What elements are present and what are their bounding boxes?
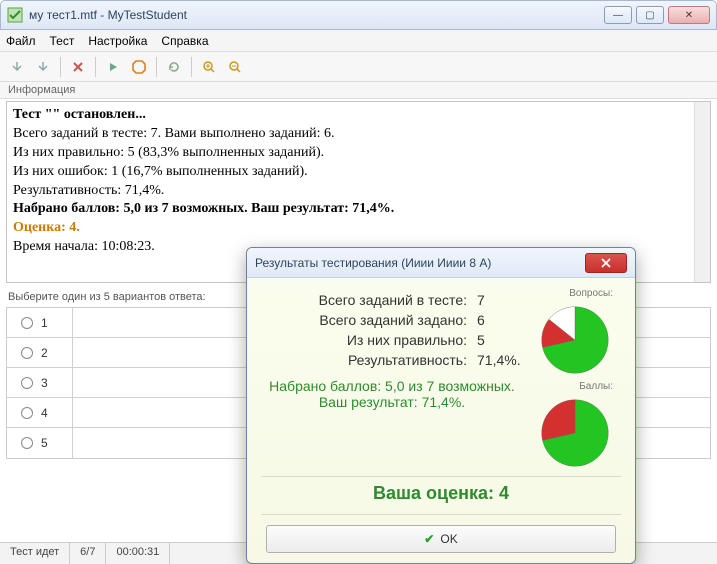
arrow-down-left-icon[interactable] <box>6 56 28 78</box>
questions-pie-chart <box>538 303 612 377</box>
stat-key: Всего заданий задано: <box>261 312 477 328</box>
modal-titlebar: Результаты тестирования (Ииии Ииии 8 А) <box>247 248 635 278</box>
scrollbar[interactable] <box>694 102 710 282</box>
window-titlebar: му тест1.mtf - MyTestStudent — ▢ ✕ <box>0 0 717 30</box>
stats-column: Всего заданий в тесте:7 Всего заданий за… <box>261 288 523 470</box>
stat-value: 71,4%. <box>477 352 523 368</box>
minimize-button[interactable]: — <box>604 6 632 24</box>
status-running: Тест идет <box>0 543 70 564</box>
refresh-icon[interactable] <box>163 56 185 78</box>
radio-icon[interactable] <box>21 377 33 389</box>
answer-number: 4 <box>41 406 48 420</box>
info-line: Из них ошибок: 1 (16,7% выполненных зада… <box>13 163 704 182</box>
menu-help[interactable]: Справка <box>161 34 208 48</box>
info-line: Всего заданий в тесте: 7. Вами выполнено… <box>13 125 704 144</box>
toolbar-separator <box>156 57 157 77</box>
answer-number: 1 <box>41 316 48 330</box>
grade-block: Ваша оценка: 4 <box>261 476 621 515</box>
stat-value: 6 <box>477 312 523 328</box>
info-line: Из них правильно: 5 (83,3% выполненных з… <box>13 144 704 163</box>
window-title: му тест1.mtf - MyTestStudent <box>29 8 604 22</box>
toolbar-separator <box>60 57 61 77</box>
scored-block: Набрано баллов: 5,0 из 7 возможных. Ваш … <box>261 372 523 418</box>
modal-close-button[interactable] <box>585 253 627 273</box>
menu-settings[interactable]: Настройка <box>88 34 147 48</box>
status-progress: 6/7 <box>70 543 106 564</box>
toolbar-separator <box>191 57 192 77</box>
menubar: Файл Тест Настройка Справка <box>0 30 717 52</box>
zoom-out-icon[interactable] <box>224 56 246 78</box>
charts-column: Вопросы: Баллы: <box>529 288 621 470</box>
info-grade-line: Оценка: 4. <box>13 219 704 238</box>
toolbar-separator <box>95 57 96 77</box>
ok-button[interactable]: ✔ OK <box>266 525 616 553</box>
radio-icon[interactable] <box>21 317 33 329</box>
radio-icon[interactable] <box>21 437 33 449</box>
zoom-in-icon[interactable] <box>198 56 220 78</box>
play-icon[interactable] <box>102 56 124 78</box>
chart-label-scores: Баллы: <box>529 381 621 392</box>
info-line: Набрано баллов: 5,0 из 7 возможных. Ваш … <box>13 200 704 219</box>
stat-value: 5 <box>477 332 523 348</box>
toolbar <box>0 52 717 82</box>
ok-label: OK <box>440 532 457 546</box>
answer-number: 5 <box>41 436 48 450</box>
info-section-label: Информация <box>0 82 717 99</box>
arrow-down-right-icon[interactable] <box>32 56 54 78</box>
radio-icon[interactable] <box>21 407 33 419</box>
delete-icon[interactable] <box>67 56 89 78</box>
stat-key: Из них правильно: <box>261 332 477 348</box>
app-icon <box>7 7 23 23</box>
menu-test[interactable]: Тест <box>50 34 75 48</box>
stop-icon[interactable] <box>128 56 150 78</box>
modal-title: Результаты тестирования (Ииии Ииии 8 А) <box>255 256 585 270</box>
radio-icon[interactable] <box>21 347 33 359</box>
scores-pie-chart <box>538 396 612 470</box>
answer-number: 2 <box>41 346 48 360</box>
answer-number: 3 <box>41 376 48 390</box>
scored-line: Набрано баллов: 5,0 из 7 возможных. <box>261 378 523 394</box>
info-line: Тест "" остановлен... <box>13 106 704 125</box>
check-icon: ✔ <box>424 532 434 546</box>
maximize-button[interactable]: ▢ <box>636 6 664 24</box>
menu-file[interactable]: Файл <box>6 34 36 48</box>
stat-value: 7 <box>477 292 523 308</box>
stat-key: Всего заданий в тесте: <box>261 292 477 308</box>
status-time: 00:00:31 <box>106 543 170 564</box>
chart-label-questions: Вопросы: <box>529 288 621 299</box>
scored-line: Ваш результат: 71,4%. <box>261 394 523 410</box>
window-controls: — ▢ ✕ <box>604 6 710 24</box>
results-modal: Результаты тестирования (Ииии Ииии 8 А) … <box>246 247 636 564</box>
window-close-button[interactable]: ✕ <box>668 6 710 24</box>
info-line: Результативность: 71,4%. <box>13 182 704 201</box>
stat-key: Результативность: <box>261 352 477 368</box>
